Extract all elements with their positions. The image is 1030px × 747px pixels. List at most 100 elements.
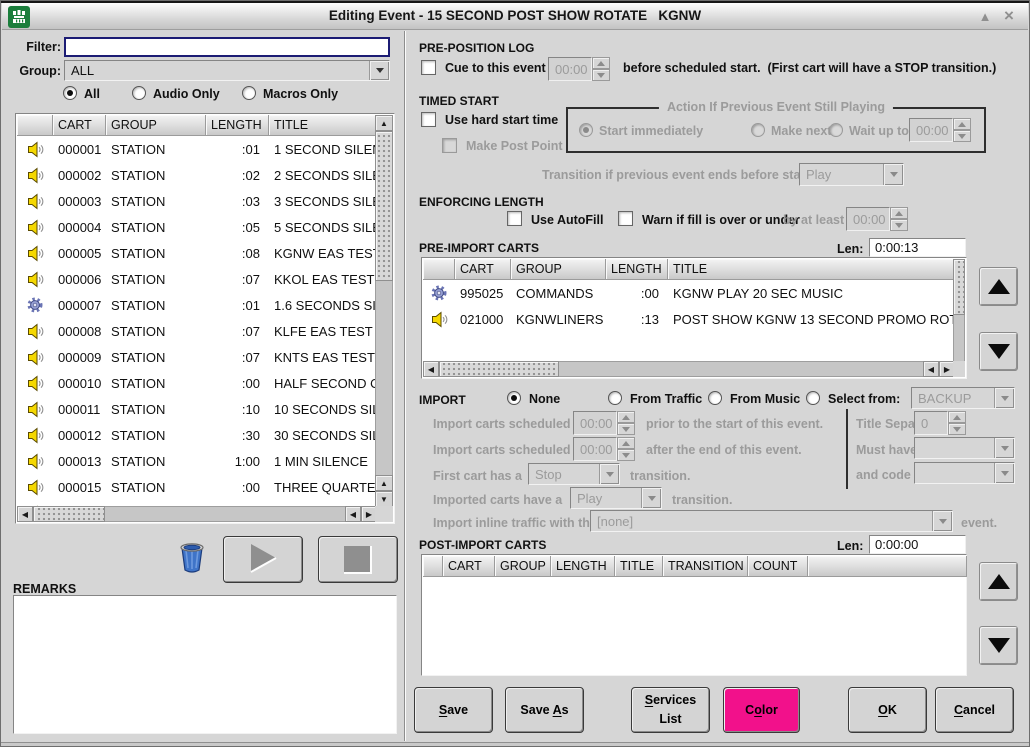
scroll-left-icon[interactable]: ◀ — [17, 506, 33, 522]
column-header[interactable]: GROUP — [495, 556, 551, 577]
spin-up-icon[interactable] — [592, 57, 610, 69]
select-from-select[interactable]: BACKUP — [911, 387, 1015, 409]
spin-down-icon[interactable] — [617, 449, 635, 461]
column-header[interactable]: CART — [53, 115, 106, 136]
radio-start-immediately[interactable] — [579, 123, 593, 137]
cart-list-row[interactable]: 000011STATION:1010 SECONDS SILE — [17, 396, 377, 422]
scroll-left-icon[interactable]: ◀ — [923, 361, 939, 377]
cart-list-row[interactable]: 000012STATION:3030 SECONDS SILE — [17, 422, 377, 448]
close-window-icon[interactable]: × — [1000, 7, 1018, 25]
column-header[interactable]: CART — [455, 259, 511, 280]
scroll-down-icon[interactable]: ▼ — [375, 491, 393, 507]
spin-down-icon[interactable] — [617, 423, 635, 435]
group-select[interactable]: ALL — [64, 60, 390, 81]
column-header[interactable]: GROUP — [106, 115, 206, 136]
autofill-checkbox[interactable] — [507, 211, 522, 226]
remarks-textarea[interactable] — [13, 595, 397, 734]
column-header[interactable]: LENGTH — [606, 259, 668, 280]
titlebar[interactable]: Editing Event - 15 SECOND POST SHOW ROTA… — [2, 3, 1028, 30]
cart-list-row[interactable]: 000005STATION:08KGNW EAS TEST — [17, 240, 377, 266]
radio-make-next[interactable] — [751, 123, 765, 137]
column-header[interactable]: LENGTH — [206, 115, 269, 136]
cart-list-row[interactable]: 000001STATION:011 SECOND SILEN — [17, 136, 377, 162]
chevron-down-icon[interactable] — [994, 463, 1014, 483]
transition-before-select[interactable]: Play — [799, 163, 904, 186]
chevron-down-icon[interactable] — [932, 511, 952, 531]
cue-time-spinner[interactable]: 00:00 — [548, 57, 610, 81]
chevron-down-icon[interactable] — [641, 488, 661, 508]
column-header[interactable]: TITLE — [615, 556, 663, 577]
hard-start-checkbox[interactable] — [421, 112, 436, 127]
radio-all[interactable] — [63, 86, 77, 100]
radio-import-music[interactable] — [708, 391, 722, 405]
preimport-len-field[interactable]: 0:00:13 — [869, 238, 966, 257]
chevron-down-icon[interactable] — [369, 61, 389, 80]
horizontal-scrollbar-slider[interactable] — [33, 506, 105, 522]
postimport-move-up-button[interactable] — [979, 562, 1018, 601]
and-code-select[interactable] — [914, 462, 1015, 484]
title-separation-spinner[interactable]: 0 — [914, 411, 966, 435]
scroll-up-icon[interactable]: ▲ — [375, 115, 393, 131]
column-header[interactable]: TITLE — [668, 259, 955, 280]
column-header[interactable]: CART — [443, 556, 495, 577]
cancel-button[interactable]: Cancel — [935, 687, 1014, 733]
column-header[interactable] — [17, 115, 53, 136]
spin-down-icon[interactable] — [890, 219, 908, 231]
cue-to-event-checkbox[interactable] — [421, 60, 436, 75]
postimport-len-field[interactable]: 0:00:00 — [869, 535, 966, 554]
spin-up-icon[interactable] — [953, 118, 971, 130]
play-button[interactable] — [223, 536, 303, 583]
preimport-move-up-button[interactable] — [979, 267, 1018, 306]
services-list-button[interactable]: Services List — [631, 687, 710, 733]
preimport-row[interactable]: 021000KGNWLINERS:13POST SHOW KGNW 13 SEC… — [423, 306, 955, 332]
first-cart-transition-select[interactable]: Stop — [528, 463, 620, 485]
sched-after-spinner[interactable]: 00:00 — [573, 437, 635, 461]
warn-time-spinner[interactable]: 00:00 — [846, 207, 908, 231]
vertical-scrollbar-slider[interactable] — [375, 131, 393, 281]
trash-icon[interactable] — [177, 541, 207, 574]
horizontal-scrollbar-slider[interactable] — [439, 361, 559, 377]
scroll-left-icon[interactable]: ◀ — [423, 361, 439, 377]
scroll-left-icon[interactable]: ◀ — [345, 506, 361, 522]
chevron-down-icon[interactable] — [994, 388, 1014, 408]
radio-import-select-from[interactable] — [806, 391, 820, 405]
cart-list-row[interactable]: 000015STATION:00THREE QUARTER — [17, 474, 377, 500]
sched-prior-spinner[interactable]: 00:00 — [573, 411, 635, 435]
postimport-move-down-button[interactable] — [979, 626, 1018, 665]
cart-list-row[interactable]: 000002STATION:022 SECONDS SILEN — [17, 162, 377, 188]
column-header[interactable]: COUNT — [748, 556, 808, 577]
cart-list-row[interactable]: 000009STATION:07KNTS EAS TEST IN — [17, 344, 377, 370]
column-header[interactable] — [423, 259, 455, 280]
shade-window-icon[interactable]: ▲ — [976, 7, 994, 25]
cart-list-row[interactable]: 000007STATION:011.6 SECONDS SIL — [17, 292, 377, 318]
spin-down-icon[interactable] — [948, 423, 966, 435]
cart-list-row[interactable]: 000010STATION:00HALF SECOND OF — [17, 370, 377, 396]
cart-list-row[interactable]: 000013STATION1:001 MIN SILENCE — [17, 448, 377, 474]
wait-time-spinner[interactable]: 00:00 — [909, 118, 971, 142]
inline-traffic-select[interactable]: [none] — [590, 510, 953, 532]
chevron-down-icon[interactable] — [883, 164, 903, 185]
cart-list-row[interactable]: 000003STATION:033 SECONDS SILEN — [17, 188, 377, 214]
scroll-up-icon[interactable]: ▲ — [375, 475, 393, 491]
imported-carts-transition-select[interactable]: Play — [570, 487, 662, 509]
column-header[interactable]: TRANSITION — [663, 556, 748, 577]
save-button[interactable]: Save — [414, 687, 493, 733]
spin-down-icon[interactable] — [592, 69, 610, 81]
radio-import-traffic[interactable] — [608, 391, 622, 405]
radio-wait-up-to[interactable] — [829, 123, 843, 137]
save-as-button[interactable]: Save As — [505, 687, 584, 733]
cart-list-row[interactable]: 000008STATION:07KLFE EAS TEST IN — [17, 318, 377, 344]
radio-import-none[interactable] — [507, 391, 521, 405]
radio-audio-only[interactable] — [132, 86, 146, 100]
cart-list-row[interactable]: 000004STATION:055 SECONDS SILEN — [17, 214, 377, 240]
spin-up-icon[interactable] — [890, 207, 908, 219]
spin-up-icon[interactable] — [617, 437, 635, 449]
spin-up-icon[interactable] — [948, 411, 966, 423]
color-button[interactable]: Color — [723, 687, 800, 733]
spin-up-icon[interactable] — [617, 411, 635, 423]
filter-input[interactable] — [64, 37, 390, 57]
chevron-down-icon[interactable] — [599, 464, 619, 484]
cart-list-row[interactable]: 000006STATION:07KKOL EAS TEST IN — [17, 266, 377, 292]
stop-button[interactable] — [318, 536, 398, 583]
vertical-scrollbar-slider[interactable] — [953, 259, 965, 315]
